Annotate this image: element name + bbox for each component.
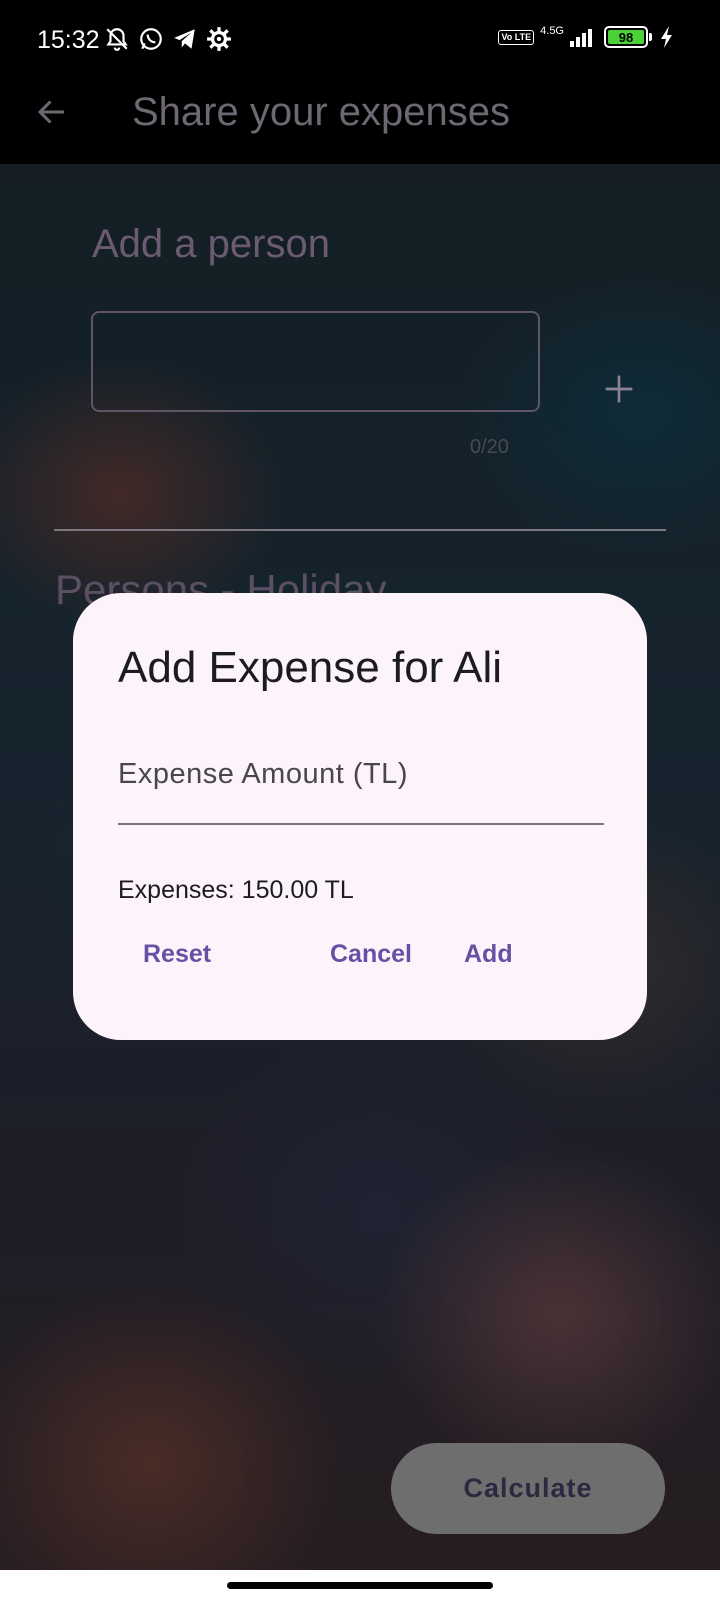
whatsapp-icon [140,28,162,50]
expenses-total: Expenses: 150.00 TL [118,876,354,904]
telegram-icon [174,29,195,49]
notification-icons [104,26,232,52]
page-title: Share your expenses [132,90,511,134]
system-status-icons: Vo LTE 4.5G 98 [498,25,674,48]
expense-amount-input[interactable] [118,823,604,825]
person-name-input[interactable] [91,311,540,412]
cancel-button[interactable]: Cancel [310,930,432,979]
charging-icon [661,26,672,48]
calculate-button[interactable]: Calculate [391,1443,665,1534]
volte-icon: Vo LTE [498,29,535,45]
status-bar: 15:32 Vo LTE 4.5G 98 [0,0,720,80]
plus-icon[interactable] [603,373,635,405]
battery-icon: 98 [604,26,652,48]
signal-icon [570,27,592,47]
bell-off-icon [106,28,128,51]
home-indicator[interactable] [227,1582,493,1589]
settings-gear-icon [207,27,231,51]
char-counter: 0/20 [470,436,509,458]
divider [54,529,666,531]
battery-level: 98 [608,30,644,45]
reset-button[interactable]: Reset [123,930,231,979]
add-expense-dialog: Add Expense for Ali Expense Amount (TL) … [73,593,647,1040]
arrow-back-icon[interactable] [34,94,70,130]
status-time: 15:32 [37,26,100,54]
add-button[interactable]: Add [444,930,533,979]
dialog-title: Add Expense for Ali [118,643,503,692]
network-type: 4.5G [540,25,564,37]
add-person-heading: Add a person [92,222,330,266]
expense-amount-label: Expense Amount (TL) [118,758,408,790]
